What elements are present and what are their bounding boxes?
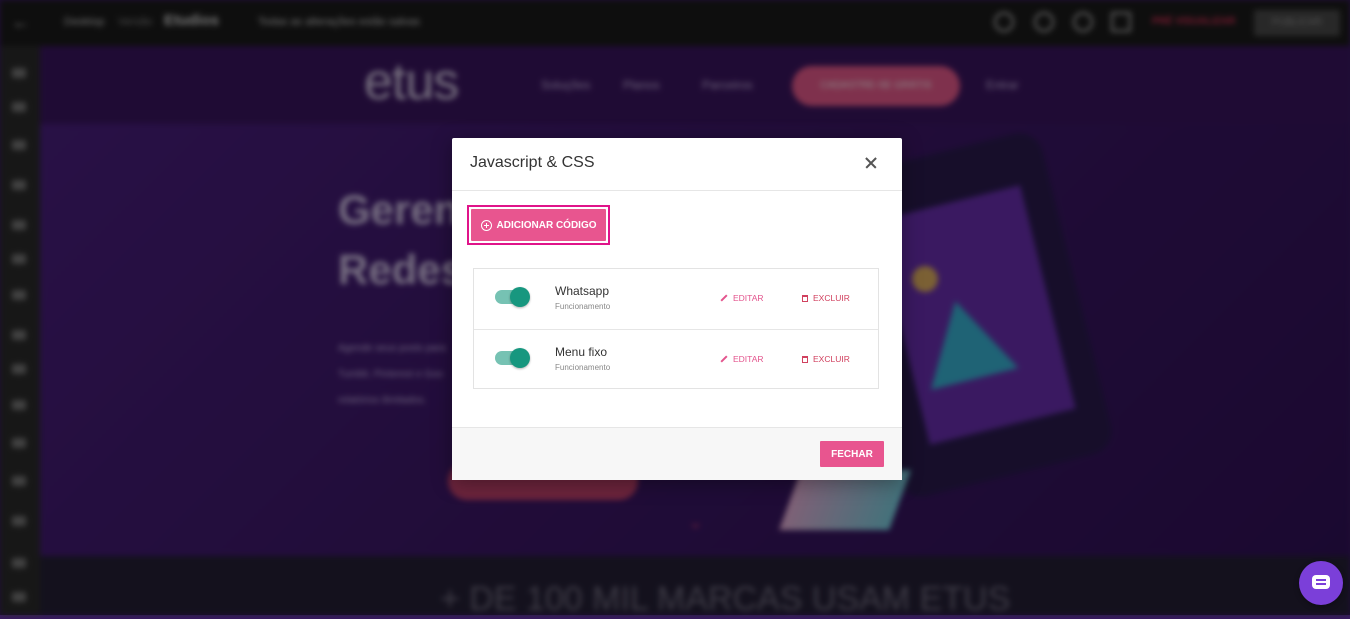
toggle-knob <box>510 348 530 368</box>
code-list: Whatsapp Funcionamento EDITAR EXCLUIR Me… <box>473 268 879 389</box>
trash-icon <box>802 355 808 363</box>
modal-footer: FECHAR <box>452 427 902 480</box>
pencil-icon <box>720 355 728 363</box>
add-code-label: ADICIONAR CÓDIGO <box>496 219 597 231</box>
close-icon[interactable] <box>860 152 882 174</box>
plus-circle-icon <box>480 219 492 231</box>
delete-button[interactable]: EXCLUIR <box>802 354 850 364</box>
add-code-focus-ring: ADICIONAR CÓDIGO <box>467 205 610 245</box>
delete-button[interactable]: EXCLUIR <box>802 293 850 303</box>
enable-toggle[interactable] <box>495 348 530 368</box>
item-name: Menu fixo <box>555 345 608 359</box>
modal-header: Javascript & CSS <box>452 138 902 191</box>
trash-icon <box>802 294 808 302</box>
delete-label: EXCLUIR <box>813 293 850 303</box>
modal-title: Javascript & CSS <box>470 154 595 171</box>
chat-icon <box>1312 575 1330 589</box>
close-button[interactable]: FECHAR <box>820 441 884 467</box>
item-status: Funcionamento <box>555 302 611 311</box>
add-code-button[interactable]: ADICIONAR CÓDIGO <box>471 209 606 241</box>
list-item: Whatsapp Funcionamento EDITAR EXCLUIR <box>474 269 878 330</box>
enable-toggle[interactable] <box>495 287 530 307</box>
edit-label: EDITAR <box>733 293 764 303</box>
item-name: Whatsapp <box>555 284 610 298</box>
list-item: Menu fixo Funcionamento EDITAR EXCLUIR <box>474 330 878 390</box>
delete-label: EXCLUIR <box>813 354 850 364</box>
js-css-modal: Javascript & CSS ADICIONAR CÓDIGO Whatsa… <box>452 138 902 480</box>
edit-label: EDITAR <box>733 354 764 364</box>
pencil-icon <box>720 294 728 302</box>
item-status: Funcionamento <box>555 363 611 372</box>
edit-button[interactable]: EDITAR <box>720 293 764 303</box>
chat-launcher[interactable] <box>1299 561 1343 605</box>
toggle-knob <box>510 287 530 307</box>
edit-button[interactable]: EDITAR <box>720 354 764 364</box>
